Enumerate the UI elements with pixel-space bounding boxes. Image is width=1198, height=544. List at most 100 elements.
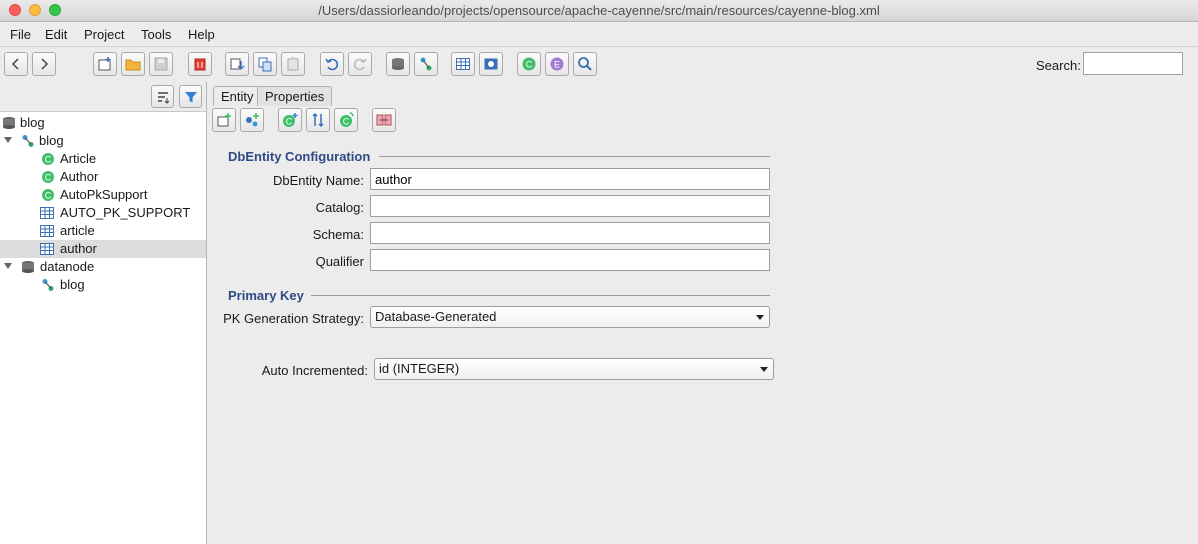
undo-button[interactable] [320,52,344,76]
menu-edit[interactable]: Edit [45,27,67,42]
dbentity-name-field[interactable] [370,168,770,190]
datamap-icon [420,57,432,71]
forward-button[interactable] [32,52,56,76]
primary-key-section-title: Primary Key [228,288,304,303]
delete-button[interactable] [188,52,212,76]
objentity-icon: C [42,153,54,165]
cut-button[interactable] [225,52,249,76]
open-project-button[interactable] [121,52,145,76]
window-title: /Users/dassiorleando/projects/opensource… [318,3,880,18]
menu-file[interactable]: File [10,27,31,42]
edit-pk-button[interactable] [372,108,396,132]
tree-item-article-dbentity[interactable]: article [0,222,206,240]
create-objentity-sync-button[interactable]: C [278,108,302,132]
tree-item-datanode-blog[interactable]: blog [0,276,206,294]
auto-incremented-label: Auto Incremented: [261,363,368,378]
expand-triangle-icon[interactable] [3,135,13,145]
tree-item-author-objentity[interactable]: C Author [0,168,206,186]
filter-tree-button[interactable] [179,85,202,108]
domain-icon [3,117,15,129]
chevron-down-icon [756,315,764,320]
svg-text:C: C [45,191,52,201]
pk-strategy-select[interactable]: Database-Generated [370,306,770,328]
dbentity-config-section-title: DbEntity Configuration [228,149,371,164]
save-button[interactable] [149,52,173,76]
pk-strategy-label: PK Generation Strategy: [223,311,364,326]
undo-icon [325,58,339,71]
pk-strategy-value: Database-Generated [375,309,497,324]
qualifier-field[interactable] [370,249,770,271]
relationship-edit-icon [376,114,392,126]
tree-item-label: datanode [40,259,95,274]
sort-tree-button[interactable] [151,85,174,108]
tree-item-label: article [60,223,95,238]
save-icon [154,57,168,71]
create-datamap-button[interactable] [414,52,438,76]
sync-entity-button[interactable] [306,108,330,132]
datanode-icon [392,58,404,70]
tree-item-label: blog [39,133,64,148]
schema-field[interactable] [370,222,770,244]
auto-incremented-select[interactable]: id (INTEGER) [374,358,774,380]
forward-icon [41,58,49,70]
create-attribute-button[interactable] [212,108,236,132]
create-procedure-button[interactable] [479,52,503,76]
tab-entity[interactable]: Entity [213,86,262,106]
qualifier-label: Qualifier [315,254,364,269]
tree-item-autopksupport-objentity[interactable]: C AutoPkSupport [0,186,206,204]
paste-button[interactable] [281,52,305,76]
schema-label: Schema: [312,227,364,242]
create-objentity-button[interactable]: C [517,52,541,76]
create-embeddable-button[interactable]: E [545,52,569,76]
create-relationship-button[interactable] [240,108,264,132]
svg-text:C: C [343,117,350,127]
back-button[interactable] [4,52,28,76]
search-label: Search: [1036,58,1081,73]
objentity-icon: C [42,171,54,183]
redo-icon [353,58,367,71]
title-bar: /Users/dassiorleando/projects/opensource… [0,0,1198,22]
svg-text:C: C [526,60,533,70]
tree-item-author-dbentity[interactable]: author [0,240,206,258]
create-dbentity-button[interactable] [451,52,475,76]
sort-icon [157,91,169,104]
expand-triangle-icon[interactable] [3,261,13,271]
delete-icon [194,58,206,71]
menu-help[interactable]: Help [188,27,215,42]
objentity-refresh-button[interactable]: C [334,108,358,132]
create-query-button[interactable] [573,52,597,76]
tree-item-article-objentity[interactable]: C Article [0,150,206,168]
tree-item-datanode[interactable]: datanode [0,258,206,276]
create-datanode-button[interactable] [386,52,410,76]
chevron-down-icon [760,367,768,372]
copy-button[interactable] [253,52,277,76]
add-relationship-icon [246,113,259,127]
catalog-field[interactable] [370,195,770,217]
svg-text:C: C [286,117,293,127]
tree-item-datamap-blog[interactable]: blog [0,132,206,150]
tree-item-auto-pk-support-dbentity[interactable]: AUTO_PK_SUPPORT [0,204,206,222]
auto-incremented-value: id (INTEGER) [379,361,460,376]
search-input[interactable] [1083,52,1183,75]
table-icon [40,207,54,219]
new-project-button[interactable] [93,52,117,76]
catalog-label: Catalog: [315,200,364,215]
back-icon [11,58,19,70]
tab-properties[interactable]: Properties [257,86,333,106]
redo-button[interactable] [348,52,372,76]
embeddable-icon: E [550,57,564,71]
tree-item-label: blog [20,115,45,130]
menu-tools[interactable]: Tools [141,27,171,42]
project-tree-panel: blog blog C Article C Author C AutoPkSup… [0,82,207,544]
tree-item-label: AUTO_PK_SUPPORT [60,205,191,220]
datanode-icon [22,261,34,273]
tree-item-label: author [60,241,97,256]
entity-editor-panel: Entity Properties C C DbEntity Configura… [208,82,1198,544]
tree-item-domain-blog[interactable]: blog [0,114,206,132]
datamap-icon [22,135,34,147]
add-attribute-icon [217,113,231,127]
svg-text:C: C [45,155,52,165]
filter-icon [184,91,197,102]
table-icon [40,243,54,255]
menu-project[interactable]: Project [84,27,124,42]
